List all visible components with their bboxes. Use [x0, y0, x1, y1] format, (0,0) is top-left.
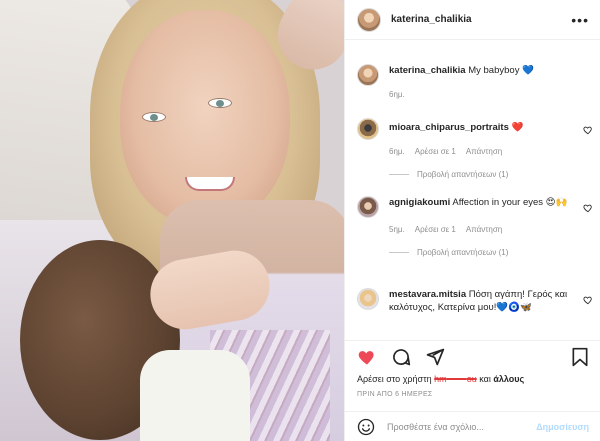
comment-time[interactable]: 5ημ.: [389, 225, 405, 234]
comment-username[interactable]: mestavara.mitsia: [389, 289, 466, 300]
photo-eye-right: [208, 98, 232, 108]
divider: [389, 252, 409, 253]
likes-others-link[interactable]: άλλους: [493, 374, 524, 384]
heart-outline-icon[interactable]: [583, 203, 593, 213]
comment-likes[interactable]: Αρέσει σε 1: [415, 147, 456, 156]
avatar[interactable]: [357, 7, 381, 32]
heart-outline-icon[interactable]: [583, 295, 593, 305]
likes-summary: Αρέσει στο χρήστη hm ou και άλλους: [357, 374, 524, 384]
comment-time[interactable]: 6ημ.: [389, 147, 405, 156]
post-side-panel: katerina_chalikia ••• katerina_chalikia …: [344, 0, 600, 441]
likes-prefix: Αρέσει στο χρήστη: [357, 374, 432, 384]
share-icon[interactable]: [425, 347, 445, 367]
avatar[interactable]: [357, 288, 379, 310]
reply-button[interactable]: Απάντηση: [466, 225, 502, 234]
caption-time[interactable]: 6ημ.: [389, 90, 405, 99]
comment-username[interactable]: mioara_chiparus_portraits: [389, 122, 509, 133]
comment-icon[interactable]: [391, 347, 411, 367]
heart-filled-icon[interactable]: [357, 347, 377, 367]
comment: mestavara.mitsia Πόση αγάπη! Γερός και κ…: [357, 288, 593, 314]
comment-text: ❤️: [511, 122, 524, 133]
reply-button[interactable]: Απάντηση: [466, 147, 502, 156]
avatar[interactable]: [357, 118, 379, 140]
add-comment-bar: Προσθέστε ένα σχόλιο... Δημοσίευση: [345, 411, 600, 441]
post-photo[interactable]: [0, 0, 344, 441]
more-horizontal-icon[interactable]: •••: [571, 13, 589, 27]
caption-text: My babyboy 💙: [468, 65, 534, 76]
likes-and: και: [479, 374, 491, 384]
view-replies-label: Προβολή απαντήσεων (1): [417, 170, 509, 179]
post-timestamp[interactable]: ΠΡΙΝ ΑΠΟ 6 ΗΜΕΡΕΣ: [357, 391, 433, 398]
avatar[interactable]: [357, 196, 379, 218]
instagram-post-modal: katerina_chalikia ••• katerina_chalikia …: [0, 0, 600, 441]
view-replies-button[interactable]: Προβολή απαντήσεων (1): [389, 248, 593, 257]
post-header: katerina_chalikia •••: [345, 0, 600, 40]
comment-likes[interactable]: Αρέσει σε 1: [415, 225, 456, 234]
heart-outline-icon[interactable]: [583, 125, 593, 135]
comment-username[interactable]: agnigiakoumi: [389, 197, 450, 208]
header-username[interactable]: katerina_chalikia: [391, 14, 472, 25]
divider: [389, 174, 409, 175]
photo-eye-left: [142, 112, 166, 122]
post-actions: [345, 340, 600, 372]
view-replies-button[interactable]: Προβολή απαντήσεων (1): [389, 170, 593, 179]
comment-input[interactable]: Προσθέστε ένα σχόλιο...: [387, 422, 484, 432]
caption: katerina_chalikia My babyboy 💙 6ημ.: [357, 64, 593, 99]
bookmark-icon[interactable]: [571, 347, 589, 367]
liker-username[interactable]: hm ou: [434, 374, 477, 384]
photo-smile: [185, 177, 235, 191]
avatar[interactable]: [357, 64, 379, 86]
view-replies-label: Προβολή απαντήσεων (1): [417, 248, 509, 257]
comment: mioara_chiparus_portraits ❤️ 6ημ. Αρέσει…: [357, 118, 593, 179]
caption-username[interactable]: katerina_chalikia: [389, 65, 466, 76]
comment: agnigiakoumi Affection in your eyes 😍🙌 5…: [357, 196, 593, 257]
emoji-icon[interactable]: [357, 418, 375, 436]
post-comment-button[interactable]: Δημοσίευση: [536, 422, 589, 432]
photo-baby-shirt: [140, 350, 250, 441]
comment-text: Affection in your eyes 😍🙌: [452, 197, 568, 208]
